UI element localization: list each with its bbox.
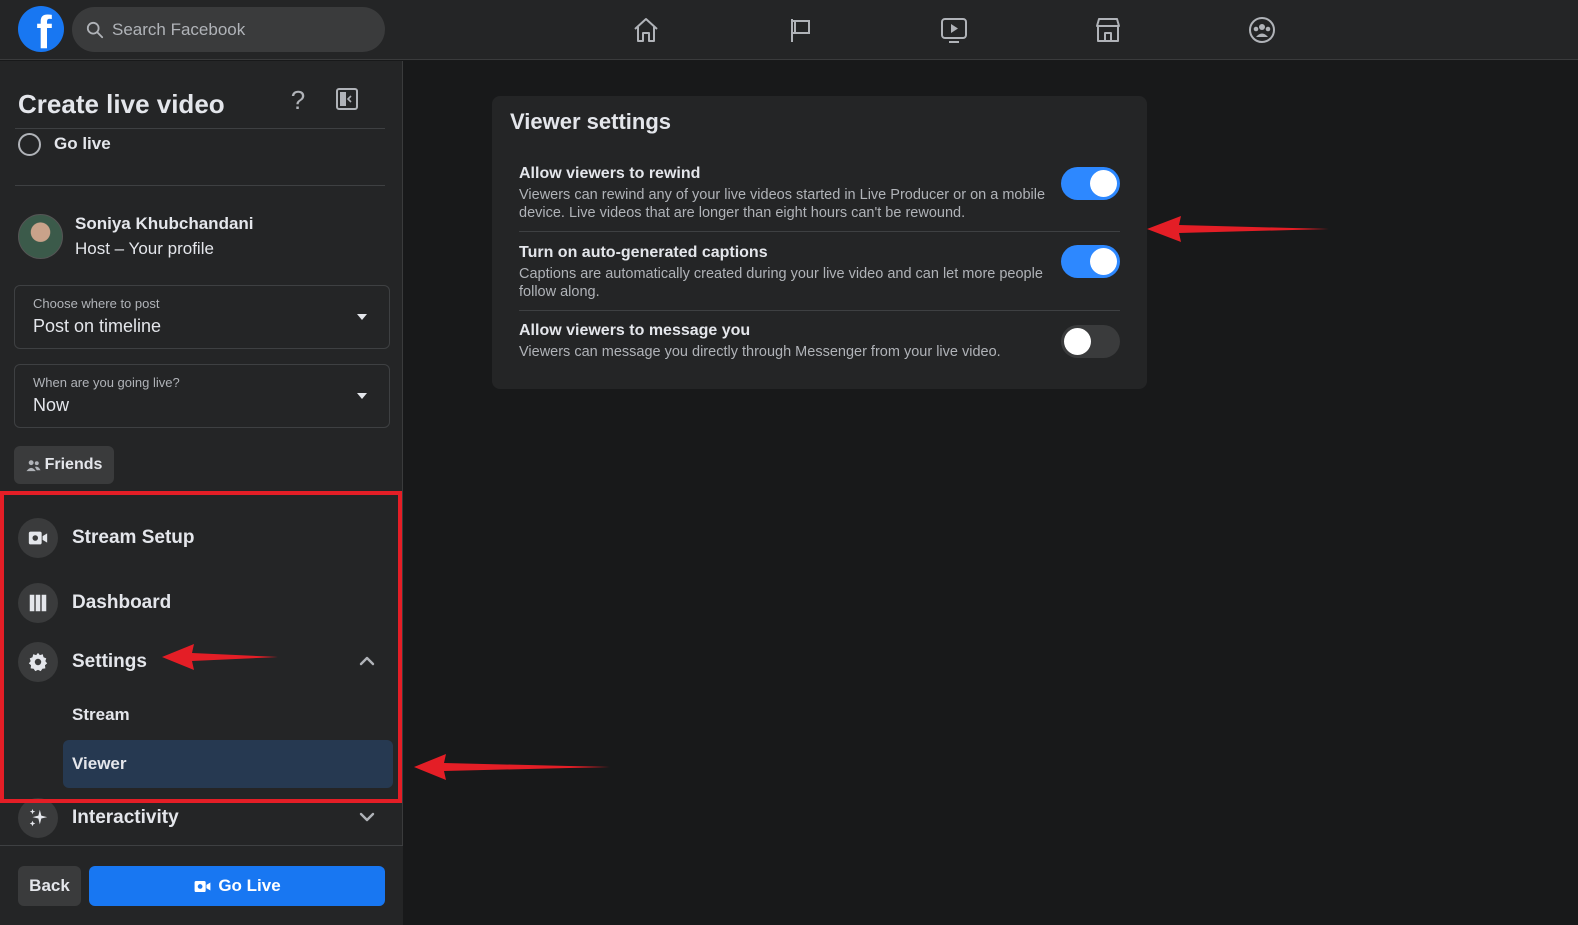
messages-toggle[interactable] bbox=[1061, 325, 1120, 358]
go-live-label: Go live bbox=[54, 134, 111, 153]
search-box[interactable] bbox=[72, 7, 385, 52]
toggle-knob bbox=[1090, 248, 1117, 275]
rewind-toggle[interactable] bbox=[1061, 167, 1120, 200]
divider bbox=[15, 185, 385, 186]
schedule-dropdown[interactable]: When are you going live? Now bbox=[14, 364, 390, 428]
caret-down-icon bbox=[357, 393, 367, 399]
sparkle-icon bbox=[18, 798, 58, 838]
help-icon[interactable]: ? bbox=[286, 85, 310, 115]
facebook-logo-letter: f bbox=[36, 6, 52, 52]
setting-description: Viewers can message you directly through… bbox=[519, 344, 1001, 360]
menu-label: Interactivity bbox=[72, 807, 179, 828]
post-destination-dropdown[interactable]: Choose where to post Post on timeline bbox=[14, 285, 390, 349]
go-live-button[interactable]: Go Live bbox=[89, 866, 385, 906]
groups-icon[interactable] bbox=[1242, 10, 1282, 50]
flag-icon[interactable] bbox=[780, 10, 820, 50]
card-title: Viewer settings bbox=[510, 109, 671, 134]
divider bbox=[15, 128, 385, 129]
setting-title: Allow viewers to message you bbox=[519, 322, 751, 339]
go-live-radio[interactable] bbox=[18, 133, 41, 156]
viewer-settings-card: Viewer settings Allow viewers to rewind … bbox=[492, 96, 1147, 389]
captions-toggle[interactable] bbox=[1061, 245, 1120, 278]
friends-icon bbox=[26, 459, 41, 471]
dropdown-value: Post on timeline bbox=[33, 316, 162, 336]
dropdown-label: Choose where to post bbox=[33, 296, 160, 311]
annotation-arrow-icon bbox=[414, 754, 610, 780]
avatar bbox=[18, 214, 63, 259]
dropdown-value: Now bbox=[33, 395, 70, 415]
home-icon[interactable] bbox=[626, 10, 666, 50]
page-title: Create live video bbox=[18, 89, 225, 119]
annotation-arrow-icon bbox=[162, 644, 278, 670]
divider bbox=[519, 231, 1120, 232]
go-live-label: Go Live bbox=[218, 876, 281, 895]
audience-button[interactable]: Friends bbox=[14, 446, 114, 484]
setting-allow-rewind: Allow viewers to rewind Viewers can rewi… bbox=[519, 164, 1119, 222]
host-role: Host – Your profile bbox=[75, 239, 214, 258]
dropdown-label: When are you going live? bbox=[33, 375, 180, 390]
back-button[interactable]: Back bbox=[18, 866, 81, 906]
toggle-knob bbox=[1064, 328, 1091, 355]
caret-down-icon bbox=[357, 314, 367, 320]
setting-allow-messages: Allow viewers to message you Viewers can… bbox=[519, 321, 1119, 361]
toggle-knob bbox=[1090, 170, 1117, 197]
setting-title: Turn on auto-generated captions bbox=[519, 244, 768, 261]
annotation-arrow-icon bbox=[1147, 216, 1329, 242]
divider bbox=[519, 310, 1120, 311]
host-name: Soniya Khubchandani bbox=[75, 214, 254, 233]
marketplace-icon[interactable] bbox=[1088, 10, 1128, 50]
search-icon bbox=[86, 21, 104, 38]
search-input[interactable] bbox=[112, 19, 362, 40]
setting-title: Allow viewers to rewind bbox=[519, 165, 701, 182]
top-navigation-bar: f bbox=[0, 0, 1578, 60]
setting-description: Captions are automatically created durin… bbox=[519, 266, 1043, 300]
watch-icon[interactable] bbox=[934, 10, 974, 50]
setting-description: Viewers can rewind any of your live vide… bbox=[519, 187, 1046, 221]
setting-auto-captions: Turn on auto-generated captions Captions… bbox=[519, 243, 1119, 301]
facebook-logo[interactable]: f bbox=[18, 6, 64, 52]
collapse-panel-icon[interactable] bbox=[335, 87, 359, 111]
camera-icon bbox=[194, 880, 211, 892]
chevron-down-icon bbox=[359, 812, 375, 822]
audience-label: Friends bbox=[44, 456, 103, 473]
